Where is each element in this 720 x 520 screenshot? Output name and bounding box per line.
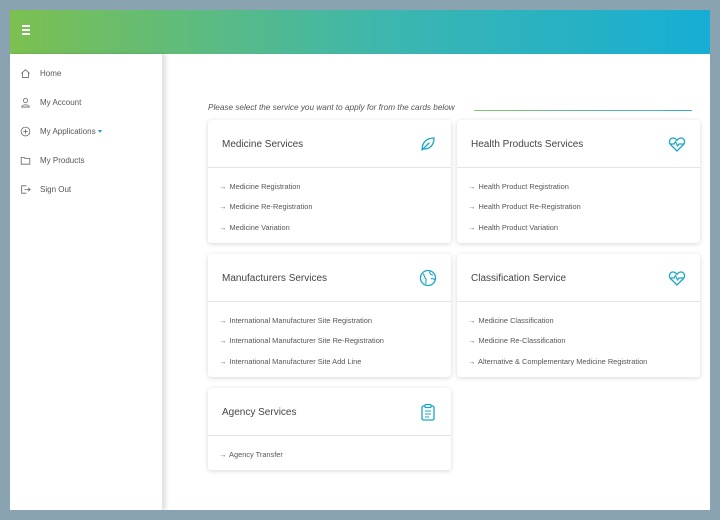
link-text: Medicine Variation: [229, 222, 290, 232]
arrow-right-icon: →: [219, 356, 227, 366]
card-medicine-services: Medicine Services → Medicine Registratio…: [208, 120, 451, 243]
user-icon: [19, 97, 31, 109]
link-text: International Manufacturer Site Re-Regis…: [229, 336, 384, 346]
main-content: Please select the service you want to ap…: [173, 54, 710, 510]
card-classification-service: Classification Service → Medicine Classi…: [457, 254, 700, 377]
link-text: Medicine Re-Classification: [478, 336, 566, 346]
link-text: Health Product Re-Registration: [478, 202, 581, 212]
link-medicine-classification[interactable]: → Medicine Classification: [468, 316, 700, 336]
link-health-product-re-registration[interactable]: → Health Product Re-Registration: [468, 202, 700, 222]
card-header: Classification Service: [457, 254, 700, 302]
link-health-product-registration[interactable]: → Health Product Registration: [468, 182, 700, 202]
link-medicine-variation[interactable]: → Medicine Variation: [219, 223, 451, 243]
sidebar-item-sign-out[interactable]: Sign Out: [10, 175, 162, 204]
sidebar-item-label: Home: [40, 69, 62, 78]
chevron-down-icon: [97, 130, 102, 133]
link-international-manufacturer-site-registration[interactable]: → International Manufacturer Site Regist…: [219, 316, 451, 336]
sidebar: Home My Account My Applications My Produ…: [10, 54, 163, 510]
link-text: International Manufacturer Site Registra…: [229, 316, 373, 325]
arrow-right-icon: →: [219, 316, 227, 325]
link-medicine-re-registration[interactable]: → Medicine Re-Registration: [219, 202, 451, 222]
sidebar-item-label: My Account: [40, 98, 82, 107]
link-text: Medicine Re-Registration: [229, 202, 313, 212]
arrow-right-icon: →: [468, 182, 476, 191]
arrow-right-icon: →: [219, 182, 227, 191]
link-text: Medicine Registration: [229, 182, 301, 191]
arrow-right-icon: →: [468, 202, 476, 212]
card-agency-services: Agency Services → Agency Transfer: [208, 388, 451, 471]
arrow-right-icon: →: [468, 316, 476, 325]
link-international-manufacturer-site-re-registration[interactable]: → International Manufacturer Site Re-Reg…: [219, 336, 451, 356]
card-health-products-services: Health Products Services → Health Produc…: [457, 120, 700, 243]
heartbeat-icon: [668, 135, 686, 153]
arrow-right-icon: →: [468, 356, 476, 366]
link-text: Health Product Variation: [478, 222, 559, 232]
arrow-right-icon: →: [219, 336, 227, 346]
link-text: Health Product Registration: [478, 182, 569, 191]
sidebar-item-my-account[interactable]: My Account: [10, 88, 162, 117]
card-title: Medicine Services: [222, 139, 304, 150]
arrow-right-icon: →: [219, 222, 227, 232]
home-icon: [19, 68, 31, 80]
link-agency-transfer[interactable]: → Agency Transfer: [219, 450, 451, 470]
hamburger-icon[interactable]: [22, 25, 34, 39]
sidebar-item-label: My Applications: [40, 127, 96, 136]
link-text: International Manufacturer Site Add Line: [229, 356, 362, 366]
link-text: Alternative & Complementary Medicine Reg…: [478, 356, 648, 366]
card-header: Agency Services: [208, 388, 451, 436]
leaf-icon: [419, 135, 437, 153]
card-title: Manufacturers Services: [222, 273, 328, 284]
link-alternative-complementary-medicine-registration[interactable]: → Alternative & Complementary Medicine R…: [468, 357, 700, 377]
link-international-manufacturer-site-add-line[interactable]: → International Manufacturer Site Add Li…: [219, 357, 451, 377]
card-title: Health Products Services: [471, 139, 584, 150]
heartbeat-icon: [668, 269, 686, 287]
instruction-divider: [474, 110, 692, 111]
sidebar-item-my-products[interactable]: My Products: [10, 146, 162, 175]
sidebar-item-my-applications[interactable]: My Applications: [10, 117, 162, 146]
arrow-right-icon: →: [219, 450, 227, 459]
card-title: Classification Service: [471, 273, 567, 284]
link-health-product-variation[interactable]: → Health Product Variation: [468, 223, 700, 243]
clipboard-icon: [419, 403, 437, 421]
instruction-text: Please select the service you want to ap…: [208, 103, 455, 112]
folder-icon: [19, 155, 31, 167]
card-title: Agency Services: [222, 407, 297, 418]
sidebar-item-label: My Products: [40, 156, 85, 165]
globe-icon: [419, 269, 437, 287]
app-window: Home My Account My Applications My Produ…: [10, 10, 710, 510]
arrow-right-icon: →: [468, 336, 476, 346]
sign-out-icon: [19, 184, 31, 196]
card-header: Health Products Services: [457, 120, 700, 168]
arrow-right-icon: →: [219, 202, 227, 212]
card-header: Medicine Services: [208, 120, 451, 168]
top-bar: [10, 10, 710, 54]
sidebar-item-label: Sign Out: [40, 185, 72, 194]
link-medicine-registration[interactable]: → Medicine Registration: [219, 182, 451, 202]
card-header: Manufacturers Services: [208, 254, 451, 302]
link-text: Medicine Classification: [478, 316, 554, 325]
link-text: Agency Transfer: [229, 450, 283, 459]
sidebar-item-home[interactable]: Home: [10, 59, 162, 88]
plus-circle-icon: [19, 126, 31, 138]
card-manufacturers-services: Manufacturers Services → International M…: [208, 254, 451, 377]
arrow-right-icon: →: [468, 222, 476, 232]
link-medicine-re-classification[interactable]: → Medicine Re-Classification: [468, 336, 700, 356]
